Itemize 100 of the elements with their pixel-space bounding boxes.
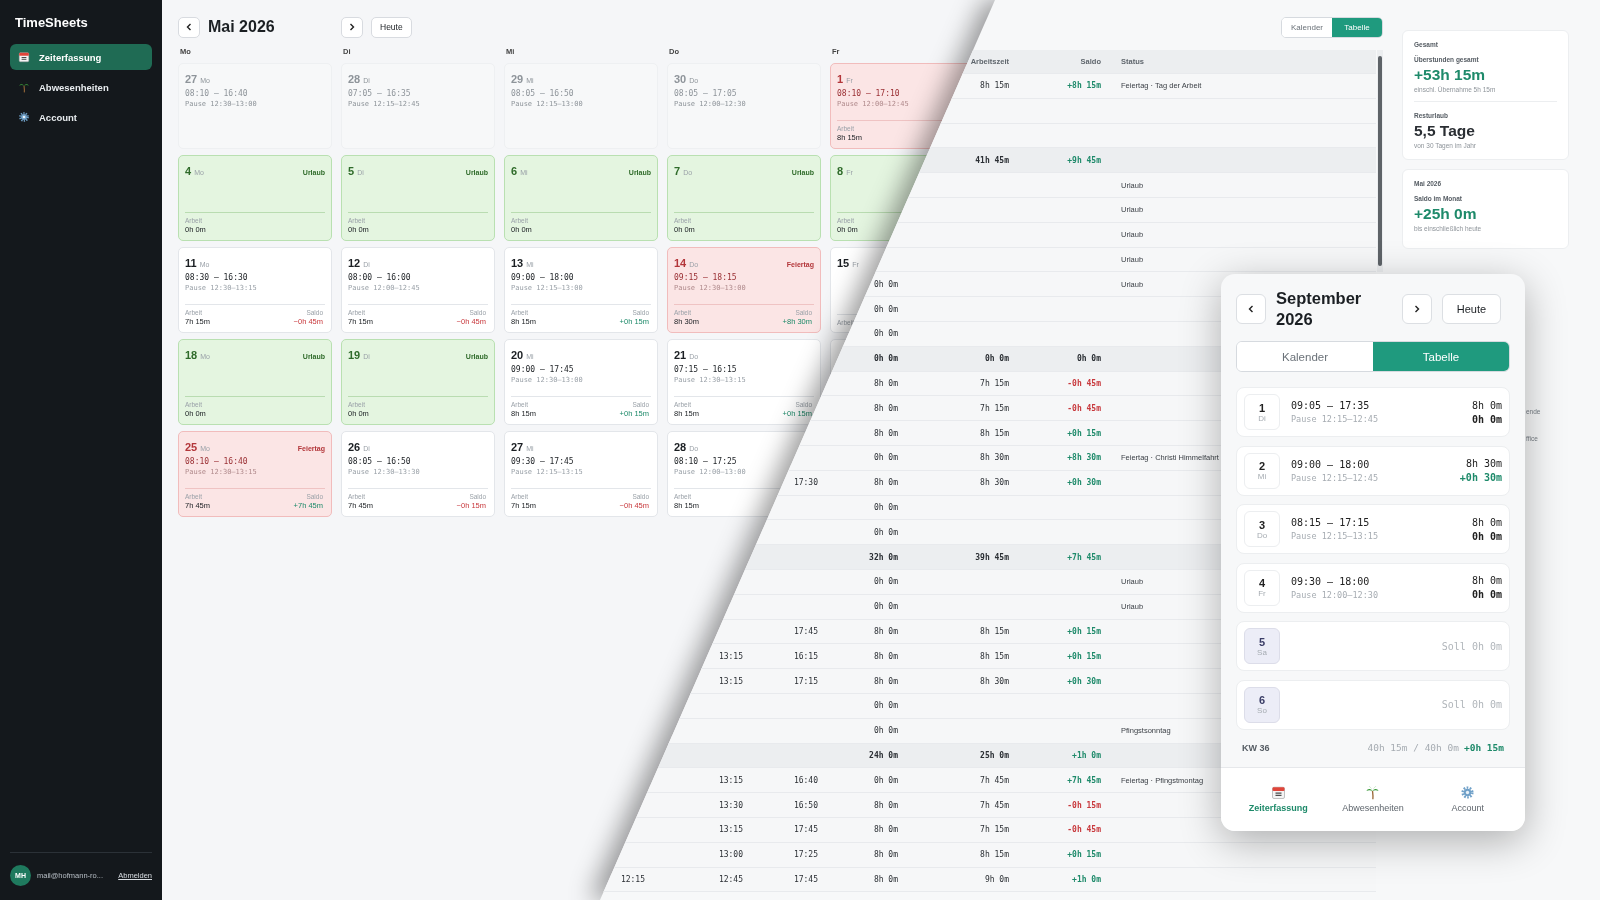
table-cell-text: 17:45 xyxy=(792,626,818,636)
worked-hours: 8h 30m xyxy=(1465,458,1502,469)
day-number: 6 xyxy=(1258,694,1266,706)
stat-value: +53h 15m xyxy=(1414,66,1487,84)
table-cell-text: 8h 0m xyxy=(872,378,898,388)
view-toggle[interactable]: Kalender Tabelle xyxy=(1236,341,1510,372)
day-number: 25 xyxy=(185,441,198,453)
time-range: 08:05 – 16:50 xyxy=(348,457,412,466)
table-cell-text: 0h 0m xyxy=(872,453,898,463)
table-cell-text: 13:15 xyxy=(717,775,743,785)
day-number: 8 xyxy=(837,165,844,177)
table-cell-text: 8h 15m xyxy=(979,651,1009,661)
table-cell-text: 9h 0m xyxy=(983,874,1009,884)
table-cell-text: 13:15 xyxy=(717,676,743,686)
palm-tree-icon xyxy=(18,81,30,93)
today-button[interactable]: Heute xyxy=(371,16,412,38)
worked-hours: 8h 0m xyxy=(1471,516,1502,528)
table-cell-text: 32h 0m xyxy=(868,552,898,562)
day-number: 19 xyxy=(348,349,361,361)
day-number: 12 xyxy=(348,257,361,269)
table-cell-text: 8h 30m xyxy=(979,453,1009,463)
table-cell-text: 8h 0m xyxy=(872,874,898,884)
table-cell-text: -0h 45m xyxy=(1066,378,1101,388)
previous-button[interactable] xyxy=(178,16,200,38)
chevron-left-icon xyxy=(185,23,193,31)
day-number: 11 xyxy=(185,257,197,269)
table-cell-text: 8h 0m xyxy=(872,825,898,835)
table-cell-text: 0h 0m xyxy=(872,527,898,537)
day-number: 20 xyxy=(511,349,524,361)
chevron-right-icon xyxy=(348,23,356,31)
day-number: 21 xyxy=(674,349,687,361)
table-cell-text: 17:15 xyxy=(792,676,818,686)
day-number: 26 xyxy=(348,441,361,453)
today-button[interactable]: Heute xyxy=(1442,294,1501,324)
time-range: 08:05 – 17:05 xyxy=(674,89,738,98)
time-range: 08:05 – 16:50 xyxy=(511,89,575,98)
day-row[interactable]: 3 Do 08:15 – 17:15 Pause 12:15–13:15 8h 0m 0h 0m xyxy=(1236,504,1510,554)
table-cell-text: 12:45 xyxy=(717,874,743,884)
sidebar-item[interactable]: Account xyxy=(10,104,152,130)
time-range: 09:05 – 17:35 xyxy=(1291,400,1371,411)
stat-value: 5,5 Tage xyxy=(1414,122,1476,140)
time-range: 09:30 – 18:00 xyxy=(1291,575,1371,587)
table-cell-text: +8h 30m xyxy=(1066,453,1101,463)
pause-time: Pause 12:15–12:45 xyxy=(1291,414,1379,424)
table-cell-text: 17:25 xyxy=(792,850,818,860)
weekday-label: Sa xyxy=(1257,647,1267,657)
target-hours: Soll 0h 0m xyxy=(1441,699,1502,710)
table-cell-text: 8h 15m xyxy=(979,428,1009,438)
table-cell-text: +0h 15m xyxy=(1066,651,1101,661)
table-cell-text: 0h 0m xyxy=(872,775,898,785)
day-row[interactable]: 4 Fr 09:30 – 18:00 Pause 12:00–12:30 8h 0m 0h 0m xyxy=(1236,562,1510,613)
table-cell-text: 8h 30m xyxy=(979,478,1009,488)
time-range: 08:10 – 17:25 xyxy=(674,457,738,466)
toggle-tab[interactable]: Tabelle xyxy=(1373,342,1509,371)
table-cell-text: +0h 15m xyxy=(1066,428,1101,438)
sidebar-item[interactable]: Abwesenheiten xyxy=(10,74,152,100)
week-saldo: +0h 15m xyxy=(1463,742,1504,753)
saldo-value: 0h 0m xyxy=(1471,589,1502,600)
weekday-label: Mi xyxy=(1257,472,1267,481)
table-cell-text: 0h 0m xyxy=(1075,354,1101,364)
saldo-value: 0h 0m xyxy=(1471,530,1502,542)
day-row[interactable]: 2 Mi 09:00 – 18:00 Pause 12:15–12:45 8h 30m +0h 30m xyxy=(1236,445,1510,496)
nav-tab[interactable]: Account xyxy=(1422,785,1513,814)
table-cell-text: 8h 0m xyxy=(872,428,898,438)
next-button[interactable] xyxy=(341,16,363,38)
table-cell-text: +0h 30m xyxy=(1066,676,1101,686)
table-cell-text: 0h 0m xyxy=(872,329,898,339)
table-cell-text: 7h 15m xyxy=(979,403,1009,413)
table-cell-text: 8h 0m xyxy=(872,626,898,636)
time-range: 09:00 – 18:00 xyxy=(511,273,575,282)
time-range: 09:00 – 17:45 xyxy=(511,365,575,374)
worked-hours: 8h 0m xyxy=(1471,399,1502,411)
table-cell-text: 8h 0m xyxy=(872,850,898,860)
nav-tab[interactable]: Abwesenheiten xyxy=(1328,785,1418,814)
table-cell-text: 13:30 xyxy=(717,800,743,810)
table-cell-text: 0h 0m xyxy=(872,577,898,587)
day-number: 28 xyxy=(348,73,361,85)
table-cell-text: -0h 45m xyxy=(1066,403,1101,413)
table-cell-text: 0h 0m xyxy=(872,602,898,612)
day-row[interactable]: 5 Sa Soll 0h 0m xyxy=(1236,621,1510,671)
table-cell-text: 0h 0m xyxy=(872,304,898,314)
day-number: 5 xyxy=(348,165,355,177)
stat-value: +25h 0m xyxy=(1414,205,1478,223)
day-row[interactable]: 1 Di 09:05 – 17:35 Pause 12:15–12:45 8h 0m 0h 0m xyxy=(1236,387,1510,437)
toggle-tab[interactable]: Tabelle xyxy=(1332,18,1382,37)
nav-tab[interactable]: Zeiterfassung xyxy=(1233,785,1324,814)
day-number: 3 xyxy=(1258,518,1266,531)
table-cell-text: 16:50 xyxy=(792,800,818,810)
time-range: 08:10 – 16:40 xyxy=(185,89,249,98)
app-title: TimeSheets xyxy=(14,15,89,30)
sidebar-item[interactable]: Zeiterfassung xyxy=(10,44,152,70)
table-cell-text: 16:40 xyxy=(792,775,818,785)
table-cell-text: 0h 0m xyxy=(983,354,1009,364)
table-cell-text: 0h 0m xyxy=(872,354,898,364)
table-cell-text: 8h 15m xyxy=(979,626,1009,636)
calendar-icon xyxy=(18,51,30,63)
view-toggle[interactable]: Kalender Tabelle xyxy=(1281,17,1383,38)
time-range: 08:30 – 16:30 xyxy=(185,273,249,282)
chevron-left-icon xyxy=(1247,305,1255,313)
day-number: 1 xyxy=(1258,401,1266,414)
